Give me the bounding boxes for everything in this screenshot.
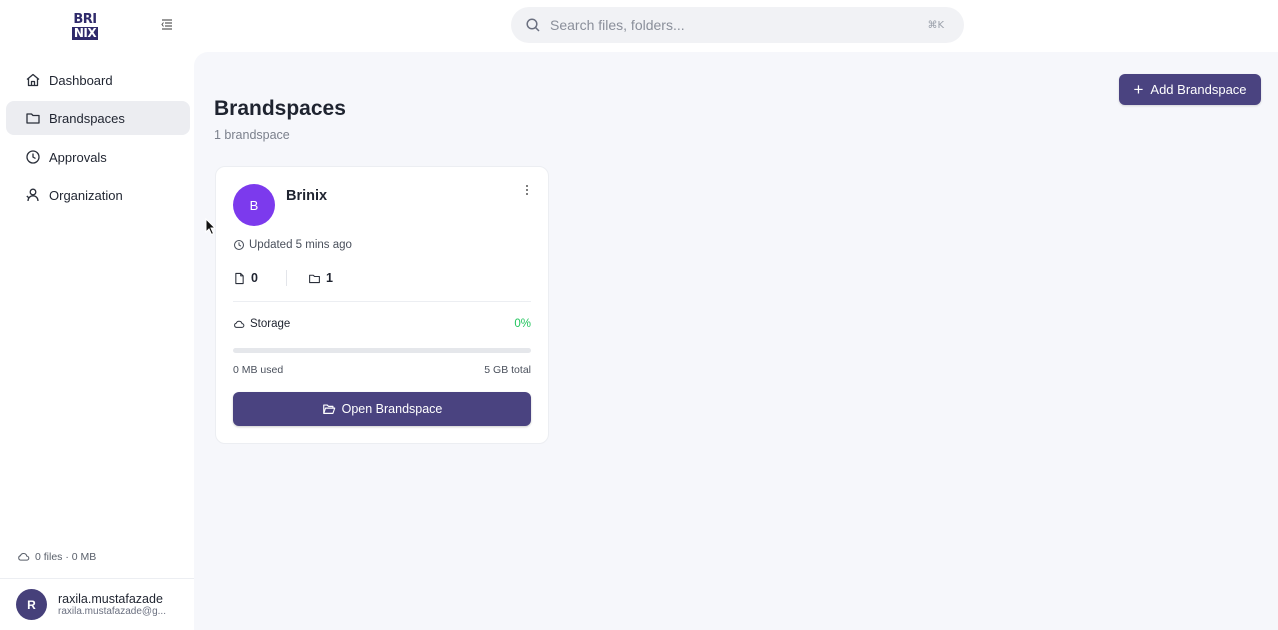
- logo-text-bottom: NIX: [71, 26, 99, 40]
- search-bar[interactable]: ⌘K: [511, 7, 964, 43]
- storage-used: 0 MB used: [233, 364, 284, 376]
- updated-info: Updated 5 mins ago: [233, 239, 352, 251]
- storage-label-group: Storage: [233, 318, 290, 330]
- more-options-icon[interactable]: [519, 182, 535, 198]
- sidebar: Dashboard Brandspaces Approvals Organiza…: [0, 52, 194, 630]
- sidebar-collapse-icon[interactable]: [159, 16, 175, 32]
- updated-text: Updated 5 mins ago: [249, 239, 352, 251]
- add-brandspace-label: Add Brandspace: [1150, 82, 1247, 97]
- avatar: R: [16, 589, 47, 620]
- brandspace-card[interactable]: B Brinix Updated 5 mins ago 0 1 Storage …: [215, 166, 549, 444]
- folders-count-value: 1: [325, 271, 333, 285]
- open-brandspace-label: Open Brandspace: [341, 402, 443, 416]
- sidebar-item-label: Organization: [49, 187, 123, 203]
- storage-row: Storage 0%: [233, 318, 531, 330]
- brandspace-avatar: B: [233, 184, 275, 226]
- search-input[interactable]: [550, 17, 928, 33]
- user-profile[interactable]: R raxila.mustafazade raxila.mustafazade@…: [16, 589, 166, 620]
- usage-row: 0 MB used 5 GB total: [233, 364, 531, 376]
- storage-summary: 0 files · 0 MB: [17, 550, 96, 563]
- files-count-value: 0: [251, 271, 258, 285]
- page-subtitle: 1 brandspace: [214, 128, 290, 142]
- user-email: raxila.mustafazade@g...: [58, 605, 166, 617]
- logo-text-top: BRI: [73, 12, 97, 27]
- search-icon: [526, 18, 540, 32]
- sidebar-item-organization[interactable]: Organization: [6, 178, 190, 212]
- brandspace-stats: 0 1: [233, 270, 333, 286]
- folder-icon: [26, 113, 40, 124]
- storage-progress-bar: [233, 348, 531, 353]
- user-name: raxila.mustafazade: [58, 591, 163, 606]
- sidebar-item-label: Dashboard: [49, 72, 113, 88]
- top-bar: BRI NIX ⌘K: [0, 0, 1278, 52]
- add-brandspace-button[interactable]: + Add Brandspace: [1119, 74, 1261, 105]
- storage-summary-text: 0 files · 0 MB: [35, 550, 97, 563]
- sidebar-item-approvals[interactable]: Approvals: [6, 140, 190, 174]
- storage-percent: 0%: [514, 318, 531, 330]
- folder-icon: [309, 274, 320, 283]
- folder-open-icon: [322, 404, 335, 414]
- page-title: Brandspaces: [214, 97, 346, 120]
- clock-icon: [233, 239, 245, 251]
- users-icon: [26, 188, 39, 202]
- plus-icon: +: [1133, 80, 1144, 99]
- mouse-cursor-icon: [205, 218, 217, 236]
- sidebar-divider: [0, 578, 194, 579]
- card-divider: [233, 301, 531, 302]
- sidebar-item-label: Approvals: [49, 149, 107, 165]
- user-info: raxila.mustafazade raxila.mustafazade@g.…: [58, 592, 166, 618]
- cloud-icon: [234, 320, 245, 328]
- folders-count: 1: [308, 271, 333, 285]
- storage-label: Storage: [250, 318, 291, 330]
- file-icon: [235, 272, 244, 284]
- brandspace-name: Brinix: [286, 188, 328, 204]
- sidebar-item-label: Brandspaces: [49, 110, 125, 126]
- brinix-logo[interactable]: BRI NIX: [70, 12, 100, 42]
- clock-icon: [26, 150, 40, 164]
- cloud-icon: [18, 552, 30, 561]
- stat-divider: [285, 270, 287, 286]
- main-content: Brandspaces 1 brandspace + Add Brandspac…: [194, 52, 1278, 630]
- open-brandspace-button[interactable]: Open Brandspace: [233, 392, 531, 426]
- sidebar-item-dashboard[interactable]: Dashboard: [6, 63, 190, 97]
- search-shortcut: ⌘K: [927, 19, 944, 31]
- home-icon: [26, 73, 40, 87]
- storage-total: 5 GB total: [484, 364, 531, 376]
- files-count: 0: [233, 271, 258, 285]
- sidebar-item-brandspaces[interactable]: Brandspaces: [6, 101, 190, 135]
- app-window: BRI NIX ⌘K: [0, 0, 1278, 630]
